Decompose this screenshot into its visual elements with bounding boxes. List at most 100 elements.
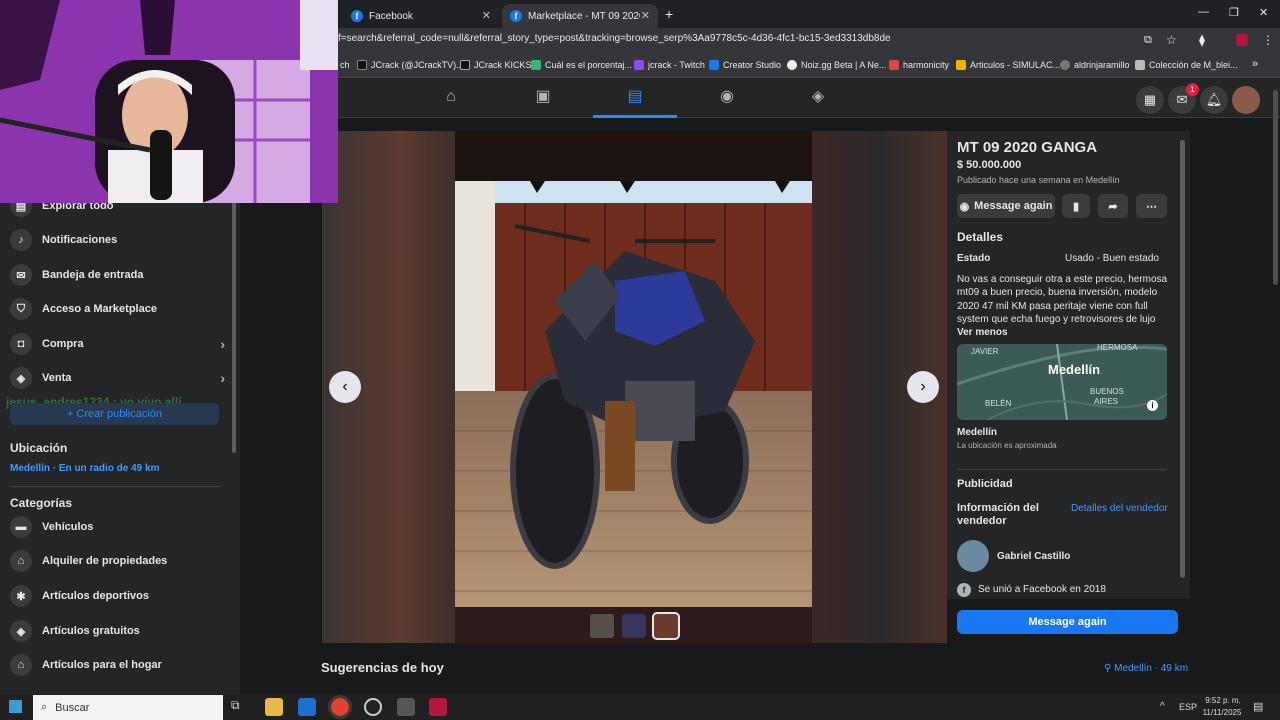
bookmark-item[interactable]: Noiz.gg Beta | A Ne... bbox=[787, 60, 886, 70]
save-button[interactable]: ▮ bbox=[1062, 194, 1090, 218]
suggestions-location[interactable]: ⚲ Medellín · 49 km bbox=[1104, 663, 1188, 674]
mail-icon[interactable] bbox=[298, 698, 316, 716]
home-icon[interactable]: ⌂ bbox=[440, 86, 462, 108]
bookmark-item[interactable]: Creator Studio bbox=[709, 60, 781, 70]
bookmarks-overflow[interactable]: » bbox=[1252, 58, 1258, 70]
bookmark-item[interactable]: aldrinjaramillo bbox=[1060, 60, 1130, 70]
message-again-button[interactable]: ◉ Message again bbox=[957, 194, 1055, 218]
close-window-icon[interactable]: ✕ bbox=[1259, 6, 1268, 19]
menu-grid-icon[interactable]: ▦ bbox=[1136, 86, 1164, 114]
map-label: BELÉN bbox=[985, 399, 1012, 408]
url-field[interactable]: f=search&referral_code=null&referral_sto… bbox=[338, 33, 891, 44]
sidebar-scrollbar[interactable] bbox=[232, 198, 236, 453]
bookmark-icon: ▮ bbox=[1072, 200, 1080, 213]
photo-thumbnail[interactable] bbox=[590, 614, 614, 638]
twitch-icon bbox=[634, 60, 644, 70]
sidebar-item-buy[interactable]: ◘ Compra › bbox=[10, 327, 225, 361]
notifications-bell-icon[interactable]: 🔔︎ bbox=[1200, 86, 1228, 114]
install-app-icon[interactable]: ⧉ bbox=[1144, 34, 1152, 47]
create-listing-button[interactable]: + Crear publicación bbox=[10, 403, 219, 425]
new-tab-button[interactable]: + bbox=[665, 6, 673, 22]
app-icon[interactable] bbox=[397, 698, 415, 716]
sidebar-item-sell[interactable]: ◈ Venta › bbox=[10, 361, 225, 395]
suggestions-location-label: Medellín · 49 km bbox=[1114, 663, 1189, 674]
seller-details-link[interactable]: Detalles del vendedor bbox=[1071, 503, 1168, 514]
category-vehicles[interactable]: ▬ Vehículos bbox=[10, 510, 93, 544]
car-icon: ▬ bbox=[10, 516, 32, 538]
task-view-icon[interactable]: ⧉ bbox=[231, 698, 249, 716]
button-label: Message again bbox=[974, 200, 1053, 212]
sidebar-item-access[interactable]: ⛉ Acceso a Marketplace bbox=[10, 292, 157, 326]
category-home[interactable]: ⌂ Artículos para el hogar bbox=[10, 648, 162, 682]
previous-photo-button[interactable]: ‹ bbox=[329, 371, 361, 403]
inbox-icon: ✉ bbox=[10, 264, 32, 286]
category-sports[interactable]: ✱ Artículos deportivos bbox=[10, 579, 149, 613]
listing-title: MT 09 2020 GANGA bbox=[957, 139, 1098, 156]
file-explorer-icon[interactable] bbox=[265, 698, 283, 716]
photo-thumbnail-active[interactable] bbox=[652, 612, 680, 640]
facebook-icon: f bbox=[351, 10, 363, 22]
categories-heading: Categorías bbox=[10, 496, 73, 510]
bookmark-item[interactable]: jcrack - Twitch bbox=[634, 60, 705, 70]
listing-main-photo[interactable] bbox=[455, 131, 812, 607]
extension-icon[interactable] bbox=[1236, 34, 1248, 46]
category-rentals[interactable]: ⌂ Alquiler de propiedades bbox=[10, 544, 167, 578]
bookmark-item[interactable]: harmonicity bbox=[889, 60, 949, 70]
bookmark-label: harmonicity bbox=[903, 60, 950, 70]
watch-icon[interactable]: ▣ bbox=[532, 86, 554, 108]
tray-chevron-icon[interactable]: ^ bbox=[1160, 701, 1165, 712]
location-filter-link[interactable]: Medellín · En un radio de 49 km bbox=[10, 463, 159, 474]
see-less-link[interactable]: Ver menos bbox=[957, 327, 1008, 338]
taskbar-date[interactable]: 11/11/2025 bbox=[1201, 708, 1243, 717]
restore-window-icon[interactable]: ❐ bbox=[1229, 6, 1239, 19]
profile-avatar[interactable] bbox=[1232, 86, 1260, 114]
location-note: La ubicación es aproximada bbox=[957, 441, 1057, 450]
message-again-bottom-button[interactable]: Message again bbox=[957, 610, 1178, 634]
tag-icon: ◈ bbox=[10, 367, 32, 389]
extensions-icon[interactable]: ⧫ bbox=[1199, 33, 1205, 47]
map-info-icon[interactable]: i bbox=[1147, 400, 1158, 411]
close-tab-icon[interactable]: ✕ bbox=[641, 9, 650, 22]
minimize-window-icon[interactable]: — bbox=[1198, 6, 1209, 18]
next-photo-button[interactable]: › bbox=[907, 371, 939, 403]
taskbar-search[interactable]: ⌕ Buscar bbox=[33, 695, 223, 720]
language-indicator[interactable]: ESP bbox=[1179, 702, 1197, 712]
bookmark-item[interactable]: ch bbox=[340, 60, 350, 70]
browser-tab-marketplace[interactable]: f Marketplace - MT 09 2020 GAN ✕ bbox=[502, 4, 658, 28]
category-free[interactable]: ◈ Artículos gratuitos bbox=[10, 614, 140, 648]
bookmark-item[interactable]: JCrack (@JCrackTV)... bbox=[357, 60, 464, 70]
sidebar-item-notifications[interactable]: ♪ Notificaciones bbox=[10, 223, 117, 257]
bookmark-item[interactable]: Articulos - SIMULAC... bbox=[956, 60, 1060, 70]
bookmark-item[interactable]: Cuál es el porcentaj... bbox=[531, 60, 632, 70]
seller-avatar[interactable] bbox=[957, 540, 989, 572]
browser-tab-facebook[interactable]: f Facebook ✕ bbox=[343, 4, 499, 28]
obs-icon[interactable] bbox=[364, 698, 382, 716]
seller-name[interactable]: Gabriel Castillo bbox=[997, 551, 1070, 562]
share-button[interactable]: ➦ bbox=[1098, 194, 1128, 218]
photo-thumbnail[interactable] bbox=[622, 614, 646, 638]
notification-center-icon[interactable]: ▤ bbox=[1253, 700, 1263, 713]
sidebar-item-inbox[interactable]: ✉ Bandeja de entrada bbox=[10, 258, 143, 292]
chrome-icon[interactable] bbox=[328, 695, 352, 719]
marketplace-icon[interactable]: ▤ bbox=[624, 86, 646, 108]
taskbar-time[interactable]: 9:52 p. m. bbox=[1203, 696, 1243, 705]
groups-icon[interactable]: ◉ bbox=[716, 86, 738, 108]
bookmark-label: Cuál es el porcentaj... bbox=[545, 60, 633, 70]
windows-start-icon[interactable] bbox=[9, 700, 22, 713]
panel-scrollbar[interactable] bbox=[1180, 140, 1185, 578]
map-city-label: Medellín bbox=[1048, 362, 1101, 377]
bookmark-item[interactable]: Colección de M_blei... bbox=[1135, 60, 1238, 70]
browser-menu-icon[interactable]: ⋮ bbox=[1262, 33, 1274, 47]
category-label: Vehículos bbox=[42, 521, 94, 533]
close-tab-icon[interactable]: ✕ bbox=[482, 9, 491, 22]
app-icon[interactable] bbox=[429, 698, 447, 716]
details-heading: Detalles bbox=[957, 230, 1004, 244]
page-scrollbar[interactable] bbox=[1273, 90, 1278, 285]
location-map[interactable]: JAVIER HERMOSA Medellín BUENOS AIRES BEL… bbox=[957, 344, 1167, 420]
map-label: HERMOSA bbox=[1097, 344, 1138, 352]
bookmark-star-icon[interactable]: ☆ bbox=[1166, 33, 1177, 47]
more-options-button[interactable]: ⋯ bbox=[1136, 194, 1167, 218]
bookmark-item[interactable]: JCrack KICKS bbox=[460, 60, 532, 70]
gaming-icon[interactable]: ◈ bbox=[807, 86, 829, 108]
sidebar-item-label: Compra bbox=[42, 338, 84, 350]
